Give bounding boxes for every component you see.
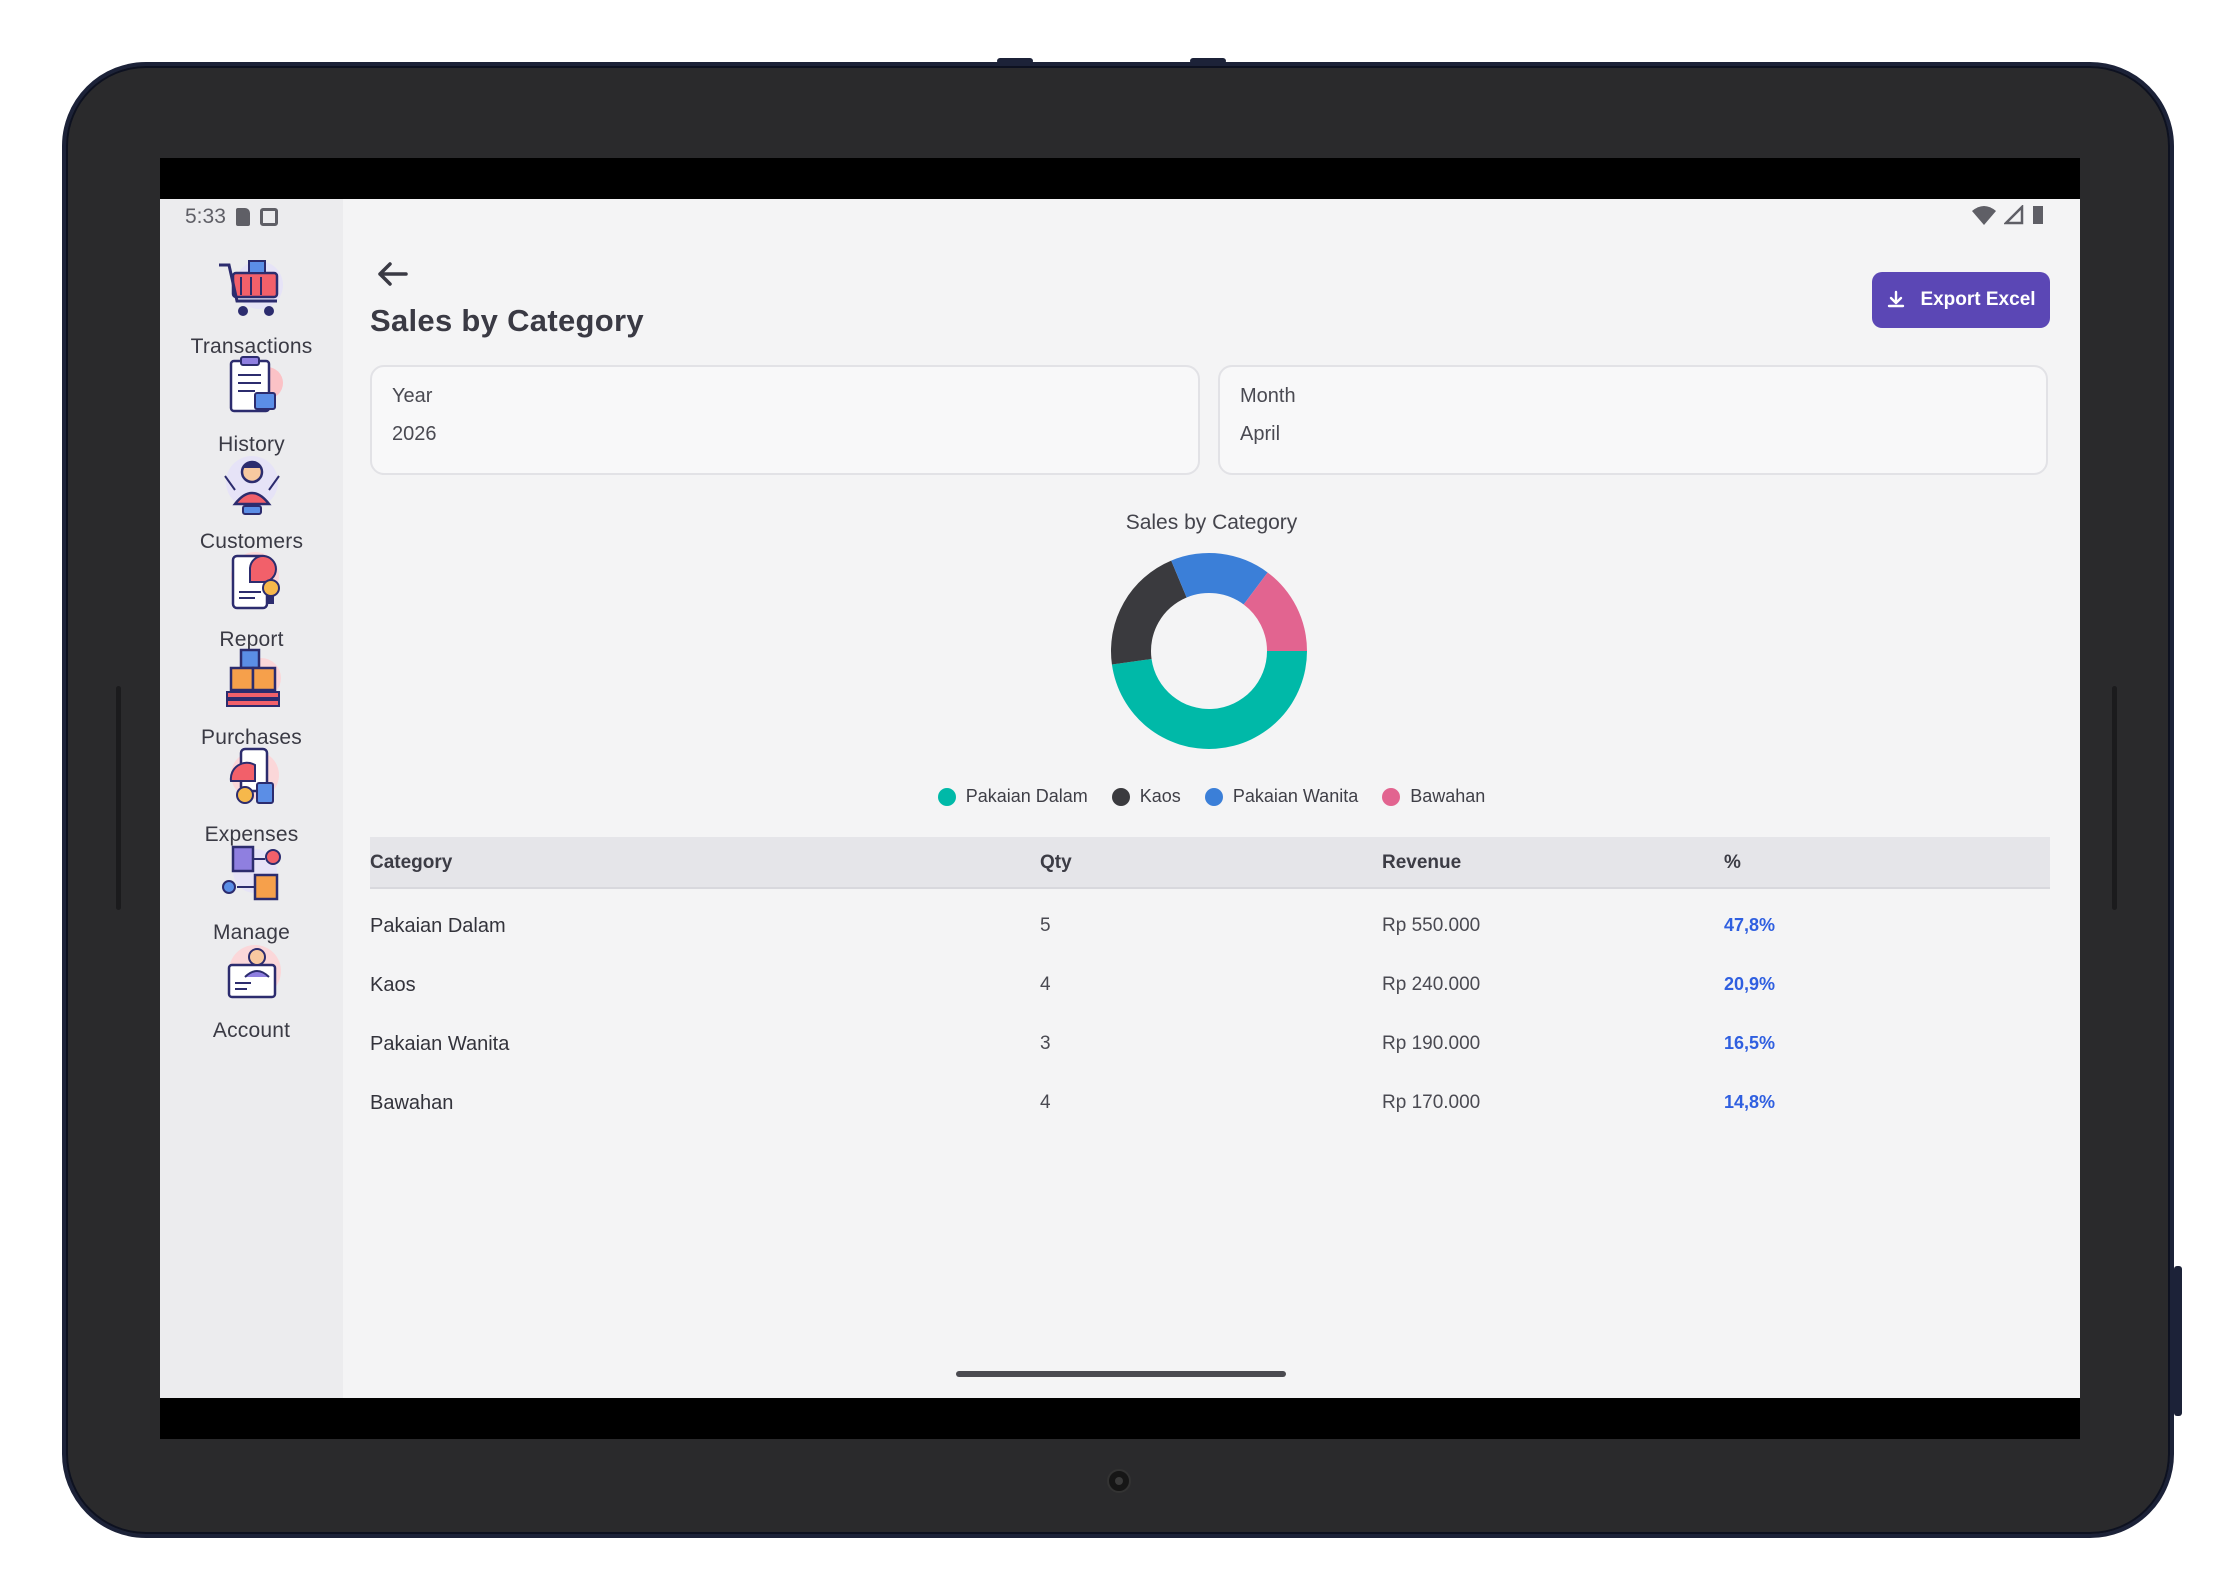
- month-select[interactable]: Month April: [1218, 365, 2048, 475]
- category-table: Category Qty Revenue % Pakaian Dalam 5 R…: [370, 837, 2050, 1125]
- year-value: 2026: [392, 423, 437, 445]
- table-row: Kaos 4 Rp 240.000 20,9%: [370, 948, 2050, 1007]
- legend-label: Pakaian Wanita: [1232, 786, 1359, 806]
- status-bar-left: 5:33: [185, 205, 278, 229]
- legend-item: Pakaian Wanita: [1204, 786, 1359, 807]
- legend-dot: [1111, 787, 1130, 806]
- cell-revenue: Rp 190.000: [1382, 1033, 1481, 1054]
- month-label: Month: [1240, 385, 1296, 407]
- chart-legend: Pakaian Dalam Kaos Pakaian Wanita Bawahan: [160, 786, 2080, 807]
- legend-dot: [937, 787, 956, 806]
- gesture-home-bar[interactable]: [956, 1371, 1286, 1377]
- export-excel-button[interactable]: Export Excel: [1872, 272, 2050, 328]
- shopping-cart-icon: [211, 251, 293, 329]
- table-row: Pakaian Dalam 5 Rp 550.000 47,8%: [370, 889, 2050, 948]
- report-chart-icon: [211, 544, 293, 622]
- account-person-icon: [211, 935, 293, 1013]
- cell-revenue: Rp 170.000: [1382, 1092, 1481, 1113]
- cell-category: Bawahan: [370, 1092, 454, 1114]
- year-select[interactable]: Year 2026: [370, 365, 1200, 475]
- app-window: 5:33 Transactions History Customers Repo…: [160, 199, 2080, 1398]
- tablet-screen: 5:33 Transactions History Customers Repo…: [160, 158, 2080, 1439]
- boxes-pallet-icon: [211, 642, 293, 720]
- device-side-ridge: [2112, 686, 2117, 910]
- cell-percent: 16,5%: [1724, 1033, 1776, 1053]
- donut-chart: [1109, 551, 1309, 751]
- status-bar-right: [1972, 205, 2044, 225]
- header-category: Category: [370, 852, 453, 873]
- header-percent: %: [1724, 852, 1741, 873]
- battery-icon: [2033, 206, 2043, 224]
- cell-revenue: Rp 550.000: [1382, 915, 1481, 936]
- legend-dot: [1382, 787, 1401, 806]
- chart-title: Sales by Category: [1125, 511, 1298, 534]
- header-revenue: Revenue: [1382, 852, 1462, 873]
- back-button[interactable]: [372, 259, 412, 289]
- device-side-button: [2174, 1266, 2182, 1416]
- cell-qty: 4: [1040, 1092, 1051, 1113]
- export-button-label: Export Excel: [1920, 289, 2036, 310]
- donut-chart-svg: [1111, 553, 1307, 749]
- manage-flow-icon: [211, 837, 293, 915]
- header-qty: Qty: [1040, 852, 1072, 873]
- legend-label: Bawahan: [1410, 786, 1486, 806]
- sidebar-item-account[interactable]: Account: [160, 935, 343, 1055]
- cell-qty: 4: [1040, 974, 1051, 995]
- sidebar-item-label: Account: [212, 1019, 291, 1042]
- cell-qty: 5: [1040, 915, 1051, 936]
- legend-label: Pakaian Dalam: [965, 786, 1088, 806]
- page-title: Sales by Category: [370, 303, 644, 338]
- legend-item: Pakaian Dalam: [937, 786, 1088, 807]
- donut-slice-pakaian-dalam[interactable]: [1111, 651, 1307, 749]
- front-camera: [1107, 1469, 1131, 1493]
- cell-revenue: Rp 240.000: [1382, 974, 1481, 995]
- cell-category: Kaos: [370, 974, 416, 996]
- legend-dot: [1204, 787, 1223, 806]
- signal-icon: [2004, 205, 2024, 225]
- cell-percent: 14,8%: [1724, 1092, 1776, 1112]
- cell-category: Pakaian Dalam: [370, 915, 506, 937]
- table-row: Pakaian Wanita 3 Rp 190.000 16,5%: [370, 1007, 2050, 1066]
- cell-percent: 20,9%: [1724, 974, 1776, 994]
- year-label: Year: [392, 385, 433, 407]
- sd-card-icon: [235, 208, 250, 226]
- cell-category: Pakaian Wanita: [370, 1033, 510, 1055]
- device-side-ridge: [116, 686, 121, 910]
- wifi-icon: [1972, 206, 1996, 225]
- screenshot-icon: [259, 208, 278, 226]
- clipboard-history-icon: [211, 349, 293, 427]
- table-header: Category Qty Revenue %: [370, 837, 2050, 889]
- cell-qty: 3: [1040, 1033, 1051, 1054]
- status-time: 5:33: [185, 205, 226, 228]
- legend-item: Bawahan: [1382, 786, 1485, 807]
- table-row: Bawahan 4 Rp 170.000 14,8%: [370, 1066, 2050, 1125]
- legend-label: Kaos: [1139, 786, 1181, 806]
- donut-slice-kaos[interactable]: [1111, 560, 1187, 665]
- month-value: April: [1240, 423, 1281, 445]
- download-icon: [1888, 290, 1905, 308]
- legend-item: Kaos: [1111, 786, 1181, 807]
- cell-percent: 47,8%: [1724, 915, 1776, 935]
- arrow-left-icon: [378, 262, 408, 286]
